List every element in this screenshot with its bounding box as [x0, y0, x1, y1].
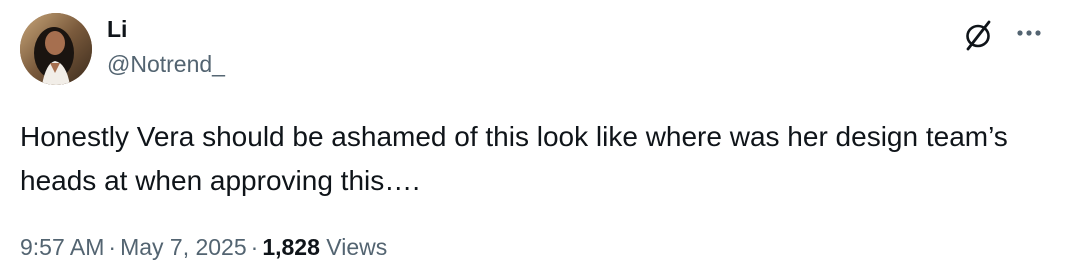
- tweet-time[interactable]: 9:57 AM: [20, 234, 104, 260]
- views-count[interactable]: 1,828: [262, 234, 320, 260]
- avatar[interactable]: [20, 13, 92, 85]
- tweet-date[interactable]: May 7, 2025: [120, 234, 247, 260]
- meta-separator: ·: [250, 234, 259, 260]
- author-handle[interactable]: @Notrend_: [107, 50, 225, 78]
- author-display-name[interactable]: Li: [107, 15, 127, 43]
- more-horizontal-icon[interactable]: [1012, 18, 1046, 48]
- tweet-text: Honestly Vera should be ashamed of this …: [20, 121, 1008, 196]
- tweet-card: Li @Notrend_ Honestly Vera should be ash…: [0, 0, 1080, 279]
- profile-photo-icon: [20, 13, 92, 85]
- tweet-meta: 9:57 AM · May 7, 2025 · 1,828 Views: [20, 230, 387, 264]
- grok-slash-circle-icon[interactable]: [960, 18, 996, 52]
- views-label[interactable]: Views: [326, 234, 387, 260]
- meta-separator: ·: [108, 234, 117, 260]
